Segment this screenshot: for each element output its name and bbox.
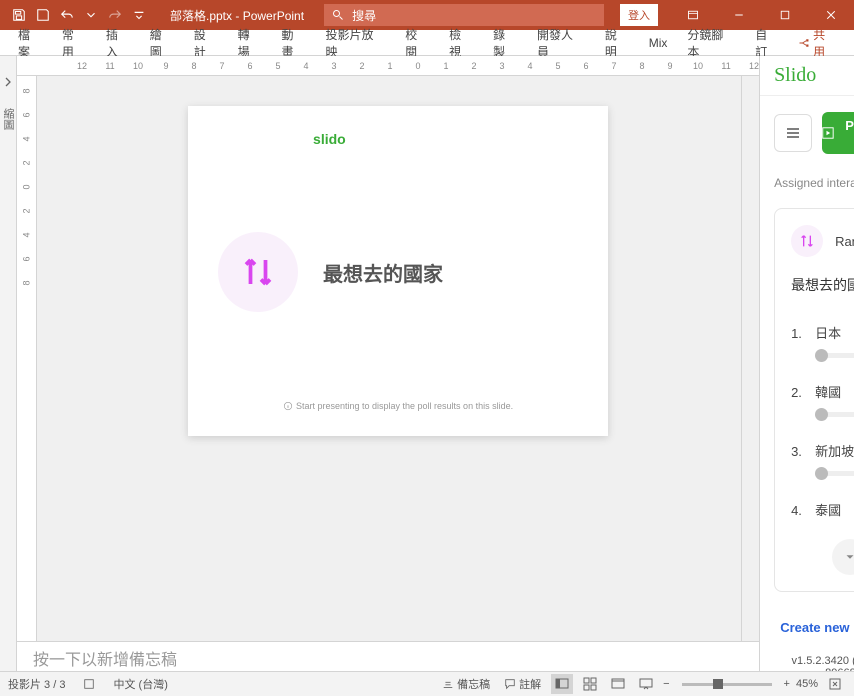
menu-button[interactable] [774,114,812,152]
slideshow-view-icon[interactable] [635,674,657,694]
sorter-view-icon[interactable] [579,674,601,694]
nav-label[interactable]: 縮圖 [0,108,16,130]
interaction-card: Ranking ⋯ 最想去的國家 1.日本0.002.韓國0.003.新加坡0.… [774,208,854,592]
pane-title: Slido [774,64,816,87]
zoom-level[interactable]: 45% [796,678,818,690]
horizontal-ruler: 1211109876543210123456789101112 [17,56,759,76]
slide-canvas[interactable]: slido 最想去的國家 Start presenting to display… [37,76,759,641]
slido-pane: Slido Present with Slido Assigned intera… [759,56,854,671]
interaction-type: Ranking [835,234,854,249]
rank-item: 3.新加坡0.00 [791,441,854,480]
ribbon-tabs: 檔案 常用 插入 繪圖 設計 轉場 動畫 投影片放映 校閱 檢視 錄製 開發人員… [0,30,854,56]
zoom-in-icon[interactable]: + [784,678,790,690]
normal-view-icon[interactable] [551,674,573,694]
vertical-scrollbar[interactable] [741,76,759,641]
expand-nav-icon[interactable] [2,76,14,88]
info-icon [283,401,293,411]
expand-more-button[interactable] [832,539,854,575]
create-interaction-button[interactable]: Create new interaction [774,606,854,649]
slide-nav-pane: 縮圖 [0,56,17,671]
interaction-question: 最想去的國家 [791,275,854,295]
vertical-ruler: 864202468 [17,76,37,641]
reading-view-icon[interactable] [607,674,629,694]
editor-area: 1211109876543210123456789101112 86420246… [17,56,759,671]
accessibility-icon[interactable] [79,676,99,692]
comments-button[interactable]: 註解 [500,674,545,694]
slide-hint: Start presenting to display the poll res… [188,401,608,411]
status-bar: 投影片 3 / 3 中文 (台灣) 備忘稿 註解 − + 45% [0,671,854,696]
fit-window-icon[interactable] [824,674,846,694]
ranking-icon [791,225,823,257]
slide[interactable]: slido 最想去的國家 Start presenting to display… [188,106,608,436]
slide-counter[interactable]: 投影片 3 / 3 [8,676,65,692]
version-info: v1.5.2.3420 (Support ID 89668f8e) [774,649,854,671]
rank-item: 2.韓國0.00 [791,382,854,421]
slide-title: 最想去的國家 [323,258,443,287]
slido-logo: slido [313,131,578,147]
rank-item: 4.泰國 [791,500,854,519]
notes-button[interactable]: 備忘稿 [438,674,494,694]
rank-item: 1.日本0.00 [791,323,854,362]
zoom-slider[interactable] [682,683,772,686]
ranking-icon [218,232,298,312]
language-indicator[interactable]: 中文 (台灣) [113,676,167,692]
redo-icon[interactable] [104,4,126,26]
tab-mix[interactable]: Mix [641,32,676,54]
notes-pane[interactable]: 按一下以新增備忘稿 [17,641,759,671]
zoom-out-icon[interactable]: − [663,678,669,690]
present-button[interactable]: Present with Slido [822,112,854,154]
assigned-interaction: Assigned interaction 0 [774,176,854,190]
search-icon [332,9,344,21]
